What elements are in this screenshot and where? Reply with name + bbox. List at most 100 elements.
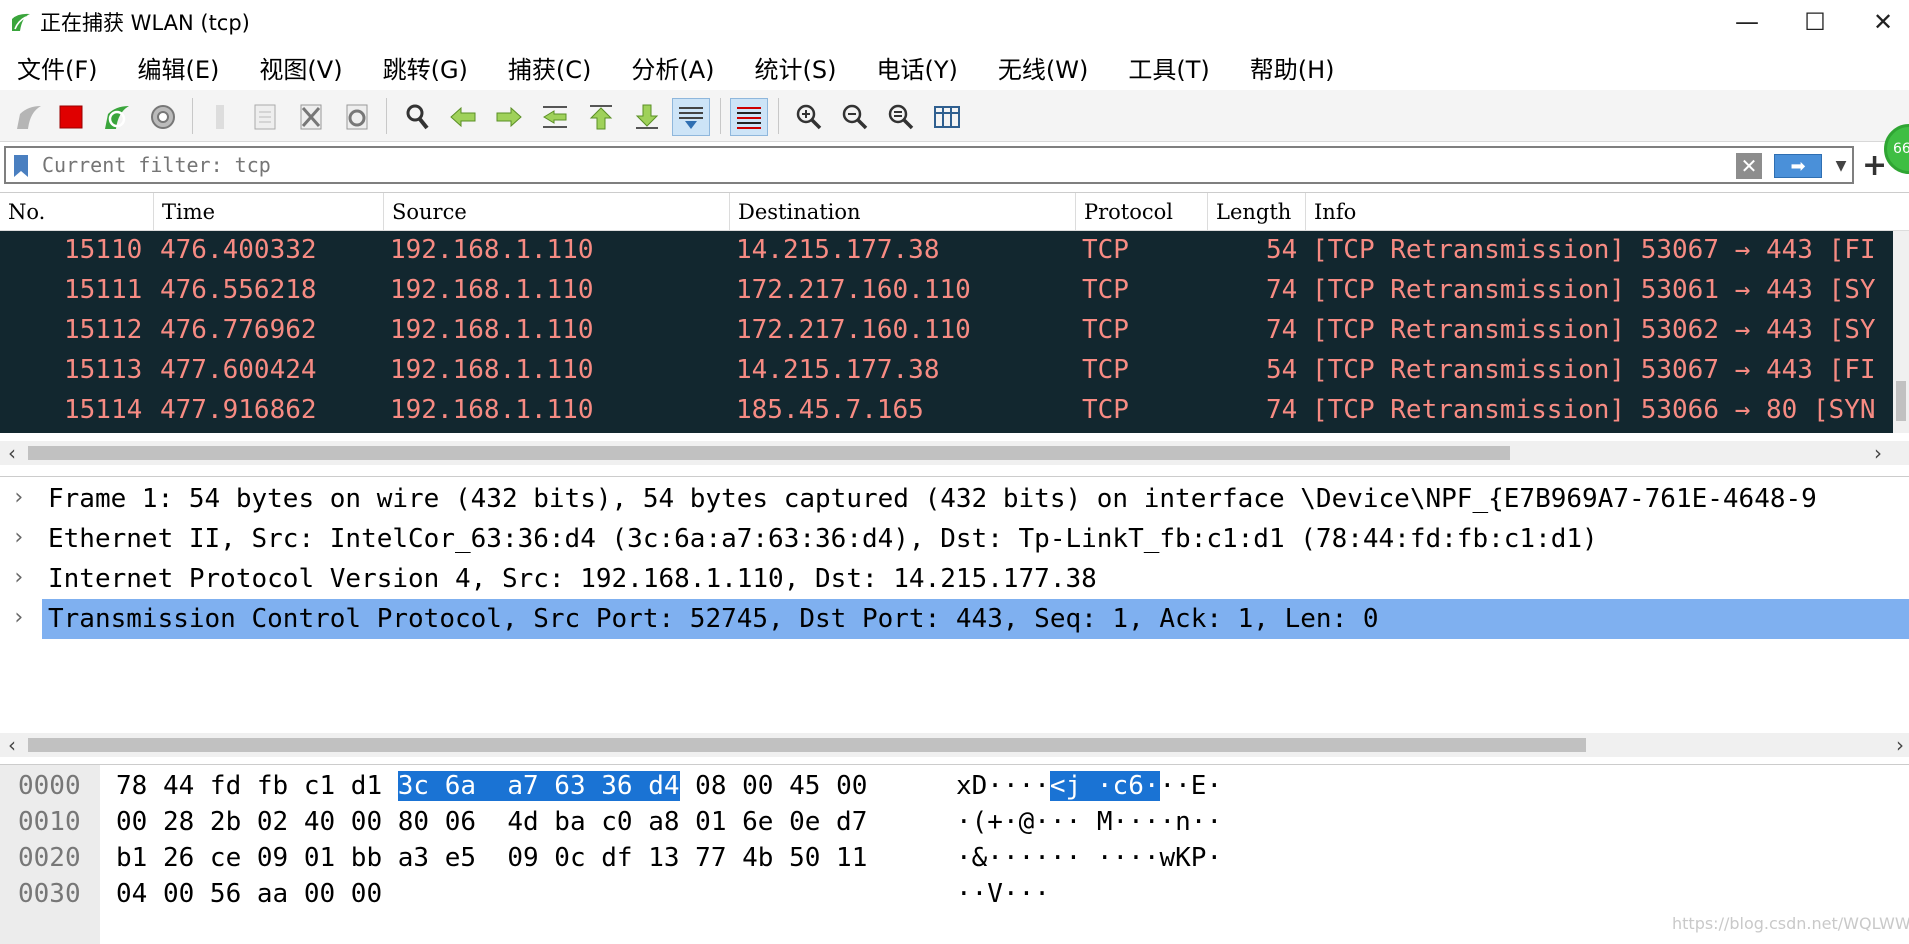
scroll-thumb[interactable]: [28, 738, 1586, 752]
detail-ipv4: Internet Protocol Version 4, Src: 192.16…: [48, 564, 1097, 594]
chevron-down-icon[interactable]: ▼: [1832, 154, 1850, 178]
expand-arrow-icon[interactable]: ›: [12, 485, 25, 510]
menu-help[interactable]: 帮助(H): [1241, 44, 1366, 90]
title-bar: 正在捕获 WLAN (tcp) — ☐ ✕: [0, 0, 1909, 44]
packet-row[interactable]: 15113 477.600424 192.168.1.110 14.215.17…: [0, 351, 1893, 391]
detail-tree-item[interactable]: › Transmission Control Protocol, Src Por…: [0, 599, 1909, 639]
restart-capture-icon[interactable]: [98, 98, 136, 136]
packet-time: 476.556218: [160, 275, 317, 305]
packet-list-vscrollbar[interactable]: [1893, 231, 1909, 433]
shark-fin-start-icon[interactable]: [10, 98, 48, 136]
save-file-icon[interactable]: [246, 98, 284, 136]
scroll-thumb[interactable]: [28, 446, 1510, 460]
column-source[interactable]: Source: [384, 193, 730, 231]
main-toolbar: [0, 90, 1909, 142]
close-file-icon[interactable]: [292, 98, 330, 136]
chevron-left-icon[interactable]: ‹: [8, 733, 16, 757]
packet-no: 15114: [64, 395, 143, 425]
ascii-segment: ··E·: [1159, 771, 1223, 801]
bookmark-icon[interactable]: [12, 154, 30, 178]
first-packet-icon[interactable]: [582, 98, 620, 136]
packet-source: 192.168.1.110: [390, 355, 594, 385]
maximize-button[interactable]: ☐: [1780, 0, 1850, 44]
packet-length: 54: [1266, 355, 1298, 385]
close-icon: ✕: [1872, 8, 1894, 36]
colorize-icon[interactable]: [730, 98, 768, 136]
byte-offset: 0020: [18, 843, 81, 873]
menu-wireless[interactable]: 无线(W): [989, 44, 1119, 90]
packet-bytes-pane: 0000 78 44 fd fb c1 d1 3c 6a a7 63 36 d4…: [0, 764, 1909, 944]
display-filter-input[interactable]: [42, 150, 1422, 180]
close-button[interactable]: ✕: [1848, 0, 1909, 44]
resize-columns-icon[interactable]: [928, 98, 966, 136]
zoom-normal-icon[interactable]: [882, 98, 920, 136]
packet-protocol: TCP: [1082, 355, 1129, 385]
menu-tools[interactable]: 工具(T): [1119, 44, 1240, 90]
bytes-row[interactable]: 0000 78 44 fd fb c1 d1 3c 6a a7 63 36 d4…: [0, 771, 1400, 807]
menu-telephony[interactable]: 电话(Y): [868, 44, 989, 90]
toolbar-separator: [778, 98, 779, 134]
packet-row[interactable]: 15111 476.556218 192.168.1.110 172.217.1…: [0, 271, 1893, 311]
menu-file[interactable]: 文件(F): [8, 44, 129, 90]
minimize-button[interactable]: —: [1712, 0, 1782, 44]
add-filter-button[interactable]: +: [1862, 148, 1887, 183]
last-packet-icon[interactable]: [628, 98, 666, 136]
bytes-row[interactable]: 0010 00 28 2b 02 40 00 80 06 4d ba c0 a8…: [0, 807, 1400, 843]
scroll-thumb[interactable]: [1896, 381, 1906, 421]
reload-file-icon[interactable]: [338, 98, 376, 136]
wireshark-app-icon: [12, 13, 30, 31]
expand-arrow-icon[interactable]: ›: [12, 605, 25, 630]
capture-options-icon[interactable]: [144, 98, 182, 136]
minimize-icon: —: [1735, 8, 1759, 36]
menu-edit[interactable]: 编辑(E): [129, 44, 251, 90]
packet-row[interactable]: 15114 477.916862 192.168.1.110 185.45.7.…: [0, 391, 1893, 431]
menu-capture[interactable]: 捕获(C): [499, 44, 622, 90]
column-no[interactable]: No.: [0, 193, 154, 231]
column-destination[interactable]: Destination: [730, 193, 1076, 231]
column-protocol[interactable]: Protocol: [1076, 193, 1208, 231]
packet-length: 54: [1266, 235, 1298, 265]
menu-label: 文件(F): [17, 55, 98, 84]
packet-row[interactable]: 15112 476.776962 192.168.1.110 172.217.1…: [0, 311, 1893, 351]
bytes-row[interactable]: 0030 04 00 56 aa 00 00 ··V···: [0, 879, 1400, 915]
chevron-left-icon[interactable]: ‹: [8, 441, 16, 465]
menu-statistics[interactable]: 统计(S): [746, 44, 868, 90]
menu-view[interactable]: 视图(V): [250, 44, 373, 90]
chevron-right-icon[interactable]: ›: [1874, 441, 1882, 465]
detail-tree-item[interactable]: › Ethernet II, Src: IntelCor_63:36:d4 (3…: [0, 519, 1909, 559]
expand-arrow-icon[interactable]: ›: [12, 565, 25, 590]
expand-arrow-icon[interactable]: ›: [12, 525, 25, 550]
apply-filter-button[interactable]: ➡: [1774, 154, 1822, 178]
bytes-row[interactable]: 0020 b1 26 ce 09 01 bb a3 e5 09 0c df 13…: [0, 843, 1400, 879]
menu-label: 帮助(H): [1249, 55, 1335, 84]
find-packet-icon[interactable]: [398, 98, 436, 136]
packet-length: 74: [1266, 315, 1298, 345]
packet-list-hscrollbar[interactable]: ‹ ›: [0, 441, 1909, 465]
menu-analyze[interactable]: 分析(A): [622, 44, 745, 90]
packet-time: 476.400332: [160, 235, 317, 265]
packet-time: 477.600424: [160, 355, 317, 385]
detail-tree-item[interactable]: › Frame 1: 54 bytes on wire (432 bits), …: [0, 479, 1909, 519]
zoom-out-icon[interactable]: [836, 98, 874, 136]
hex-bytes: b1 26 ce 09 01 bb a3 e5 09 0c df 13 77 4…: [116, 843, 868, 873]
auto-scroll-icon[interactable]: [672, 98, 710, 136]
detail-tree-item[interactable]: › Internet Protocol Version 4, Src: 192.…: [0, 559, 1909, 599]
hex-bytes: 04 00 56 aa 00 00: [116, 879, 383, 909]
go-forward-icon[interactable]: [490, 98, 528, 136]
menu-go[interactable]: 跳转(G): [374, 44, 499, 90]
menu-label: 编辑(E): [137, 55, 220, 84]
go-to-packet-icon[interactable]: [536, 98, 574, 136]
packet-destination: 172.217.160.110: [736, 315, 971, 345]
column-info[interactable]: Info: [1306, 193, 1909, 231]
clear-filter-icon[interactable]: ✕: [1736, 153, 1762, 179]
ascii-segment: xD····: [956, 771, 1050, 801]
chevron-right-icon[interactable]: ›: [1896, 733, 1904, 757]
details-hscrollbar[interactable]: ‹ ›: [0, 733, 1909, 757]
column-time[interactable]: Time: [154, 193, 384, 231]
packet-row[interactable]: 15110 476.400332 192.168.1.110 14.215.17…: [0, 231, 1893, 271]
open-file-icon[interactable]: [202, 98, 240, 136]
column-length[interactable]: Length: [1208, 193, 1306, 231]
go-back-icon[interactable]: [444, 98, 482, 136]
zoom-in-icon[interactable]: [790, 98, 828, 136]
stop-capture-icon[interactable]: [52, 98, 90, 136]
